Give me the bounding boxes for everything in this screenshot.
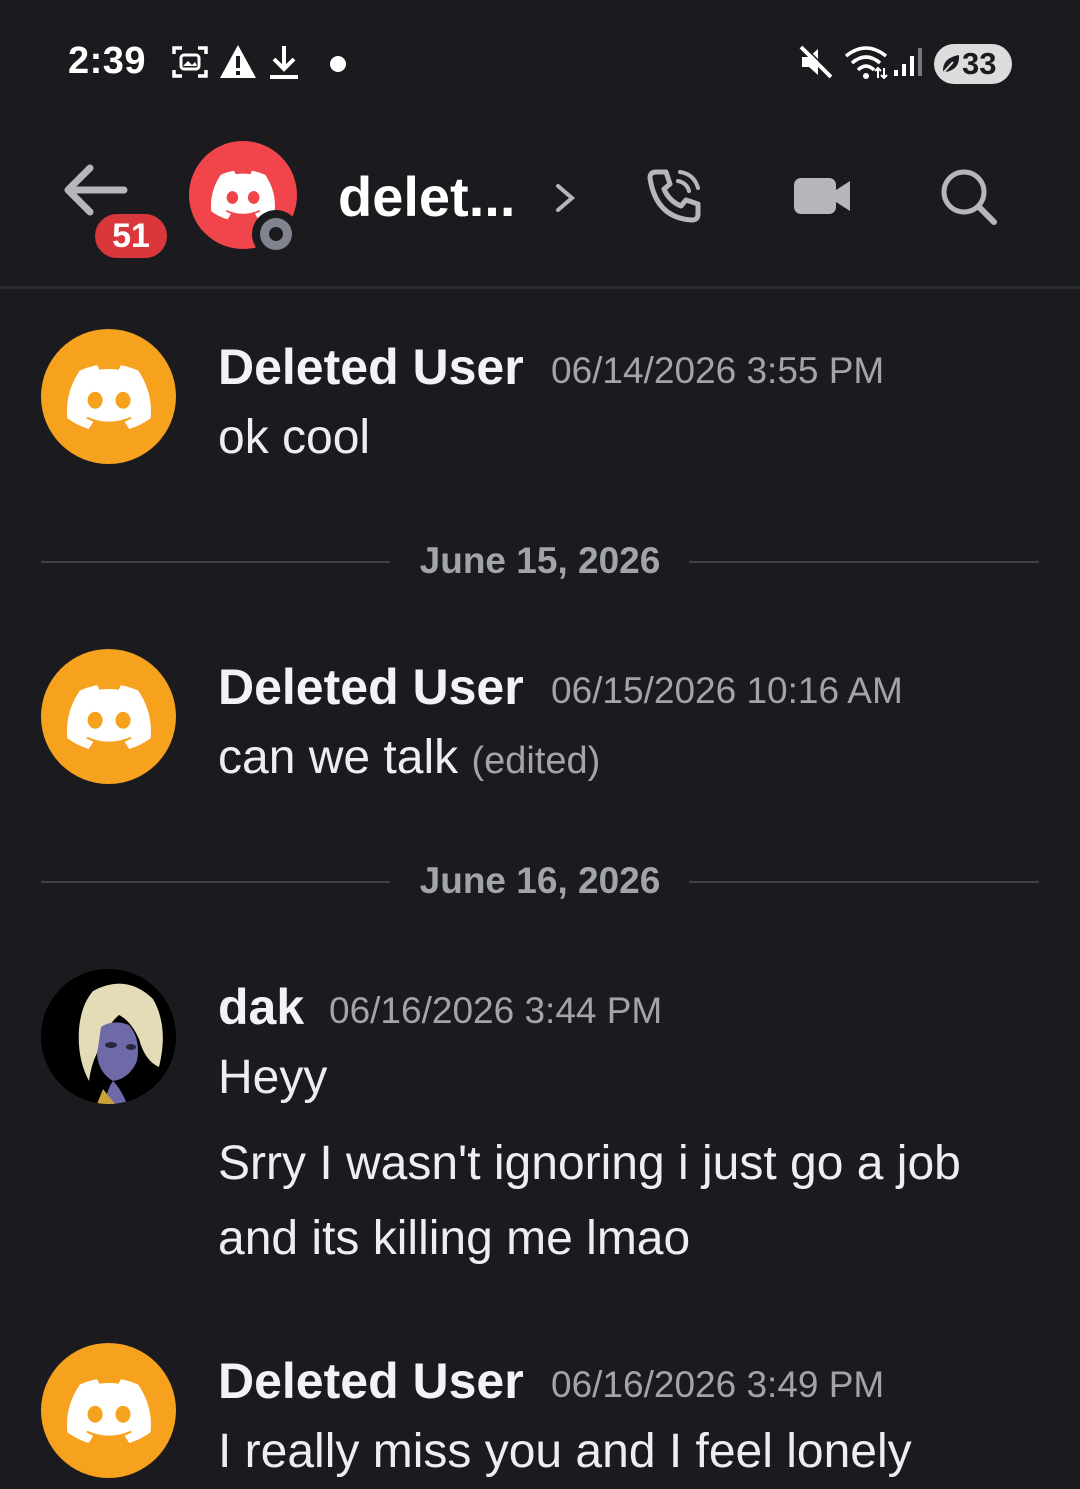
date-separator: June 16, 2026 [41,860,1039,904]
message-text[interactable]: can we talk (edited) [218,730,600,785]
message-username[interactable]: Deleted User [218,1352,524,1410]
message-username[interactable]: dak [218,978,304,1036]
message-timestamp: 06/15/2026 10:16 AM [551,670,903,711]
user-avatar[interactable] [41,1343,176,1478]
channel-name[interactable]: delet... [338,164,515,229]
user-avatar-dak[interactable] [41,969,176,1104]
message-timestamp: 06/14/2026 3:55 PM [551,350,885,391]
message-text[interactable]: and its killing me lmao [218,1211,690,1266]
discord-logo-icon [66,364,151,429]
offline-status-indicator [252,210,300,258]
message-username[interactable]: Deleted User [218,658,524,716]
dot-icon [330,56,346,72]
message-text-content: can we talk [218,731,459,784]
message-text[interactable]: Srry I wasn't ignoring i just go a job [218,1136,961,1191]
edited-label: (edited) [471,740,601,782]
status-bar: 2:39 33 [0,0,1080,120]
battery-indicator: 33 [934,44,1012,84]
battery-saver-icon [942,55,960,74]
anime-character-avatar-icon [41,969,176,1104]
message-text[interactable]: I really miss you and I feel lonely [218,1424,912,1479]
message-text[interactable]: Heyy [218,1050,327,1105]
wifi-icon [844,46,888,80]
search-icon[interactable] [936,164,1000,228]
chevron-right-icon[interactable] [550,178,580,218]
user-avatar[interactable] [41,649,176,784]
discord-logo-icon [66,684,151,749]
message-timestamp: 06/16/2026 3:44 PM [329,990,663,1031]
header-divider [0,286,1080,289]
video-call-icon[interactable] [790,164,854,228]
voice-call-icon[interactable] [642,164,706,228]
message-username[interactable]: Deleted User [218,338,524,396]
download-icon [270,46,298,79]
mute-icon [799,44,834,79]
battery-level: 33 [962,46,997,81]
alert-icon [220,45,256,78]
date-separator: June 15, 2026 [41,540,1039,584]
unread-badge: 51 [90,209,172,263]
status-time: 2:39 [68,40,147,82]
message-text[interactable]: ok cool [218,410,370,465]
discord-logo-icon [66,1378,151,1443]
signal-icon [894,48,922,76]
user-avatar[interactable] [41,329,176,464]
message-timestamp: 06/16/2026 3:49 PM [551,1364,885,1405]
screenshot-icon [172,46,208,78]
channel-header: 51 delet... [0,120,1080,286]
